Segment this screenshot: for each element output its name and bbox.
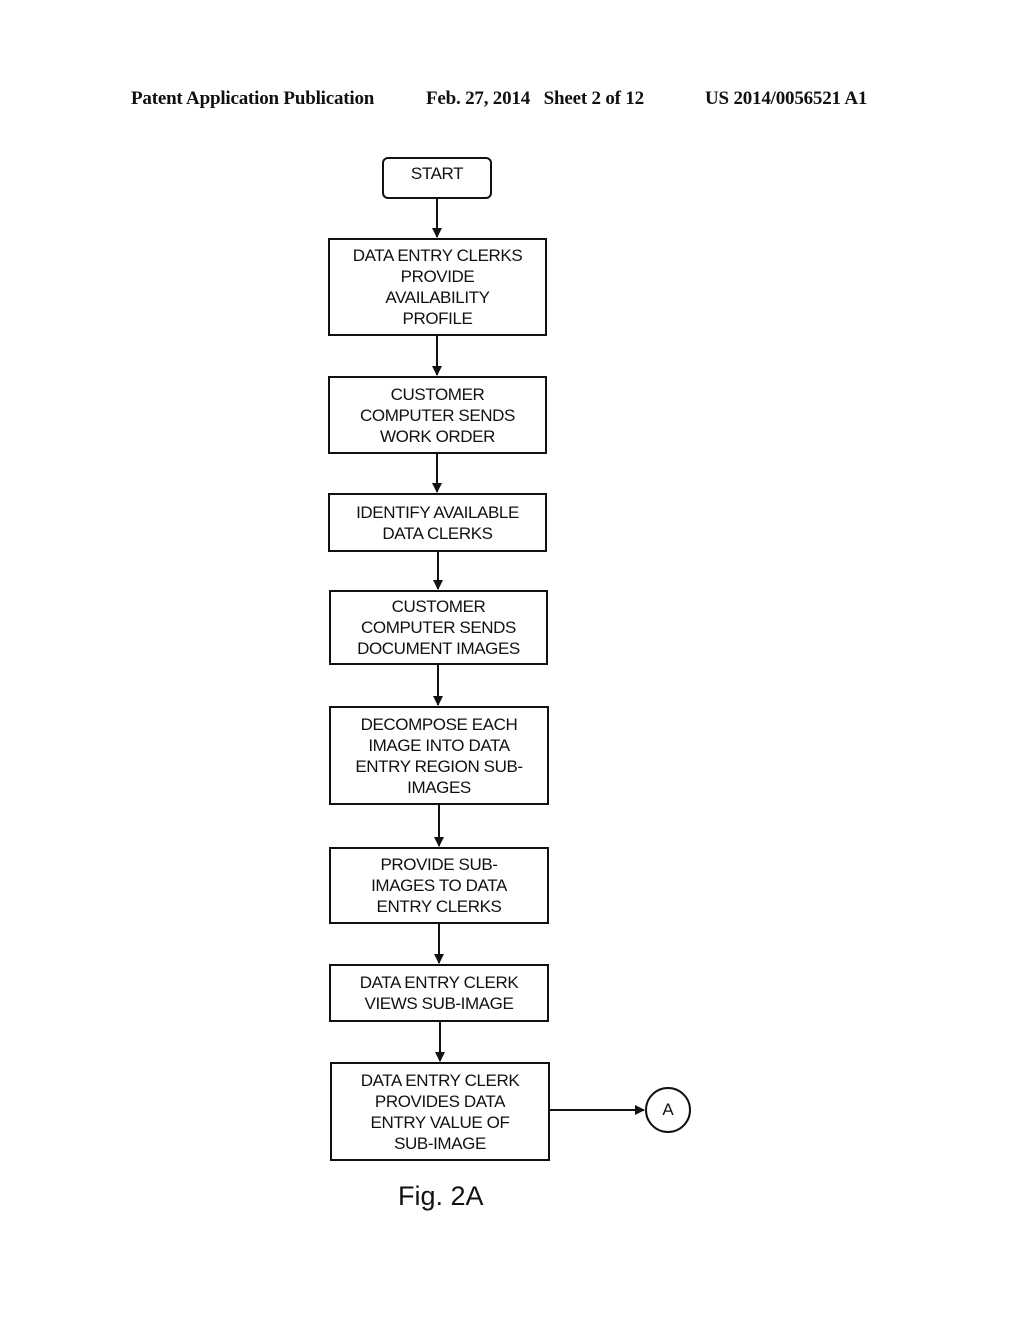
step-2-send-work-order: CUSTOMER COMPUTER SENDS WORK ORDER <box>328 376 547 454</box>
step-7-clerk-views-sub-image: DATA ENTRY CLERK VIEWS SUB-IMAGE <box>329 964 549 1022</box>
step-1-availability-profile: DATA ENTRY CLERKS PROVIDE AVAILABILITY P… <box>328 238 547 336</box>
step-line: DATA ENTRY CLERKS <box>352 246 523 265</box>
start-terminal: START <box>382 157 492 199</box>
step-line: COMPUTER SENDS <box>360 405 515 425</box>
step-line: COMPUTER SENDS <box>361 618 516 637</box>
step-4-send-document-images: CUSTOMER COMPUTER SENDS DOCUMENT IMAGES <box>329 590 548 665</box>
step-line: IMAGES TO DATA <box>371 876 507 895</box>
step-line: PROVIDE <box>400 267 475 286</box>
step-line: IDENTIFY AVAILABLE <box>356 502 519 522</box>
step-line: ENTRY VALUE OF <box>370 1112 510 1132</box>
step-line: WORK ORDER <box>379 426 495 446</box>
step-6-provide-sub-images: PROVIDE SUB- IMAGES TO DATA ENTRY CLERKS <box>329 847 549 924</box>
step-line: DATA ENTRY CLERK <box>360 1070 520 1090</box>
step-line: IMAGES <box>407 777 471 797</box>
step-8-clerk-provides-value: DATA ENTRY CLERK PROVIDES DATA ENTRY VAL… <box>330 1062 550 1161</box>
step-line: DATA CLERKS <box>382 523 493 543</box>
step-line: DOCUMENT IMAGES <box>357 639 520 658</box>
step-line: CUSTOMER <box>391 597 486 616</box>
step-line: PROVIDE SUB- <box>380 855 498 874</box>
step-line: PROFILE <box>402 309 473 328</box>
step-line: AVAILABILITY <box>385 288 490 307</box>
step-line: ENTRY REGION SUB- <box>355 756 523 776</box>
step-line: VIEWS SUB-IMAGE <box>364 994 514 1013</box>
connector-a: A <box>645 1087 691 1133</box>
step-5-decompose-images: DECOMPOSE EACH IMAGE INTO DATA ENTRY REG… <box>329 706 549 805</box>
step-3-identify-clerks: IDENTIFY AVAILABLE DATA CLERKS <box>328 493 547 552</box>
step-line: PROVIDES DATA <box>374 1091 506 1111</box>
step-line: IMAGE INTO DATA <box>368 735 510 755</box>
step-line: SUB-IMAGE <box>394 1133 486 1153</box>
step-line: DECOMPOSE EACH <box>360 714 518 734</box>
step-line: CUSTOMER <box>390 384 485 404</box>
start-label: START <box>410 164 464 183</box>
step-line: DATA ENTRY CLERK <box>359 973 519 992</box>
connector-label: A <box>662 1100 674 1119</box>
step-line: ENTRY CLERKS <box>376 897 502 916</box>
figure-label: Fig. 2A <box>398 1181 484 1211</box>
